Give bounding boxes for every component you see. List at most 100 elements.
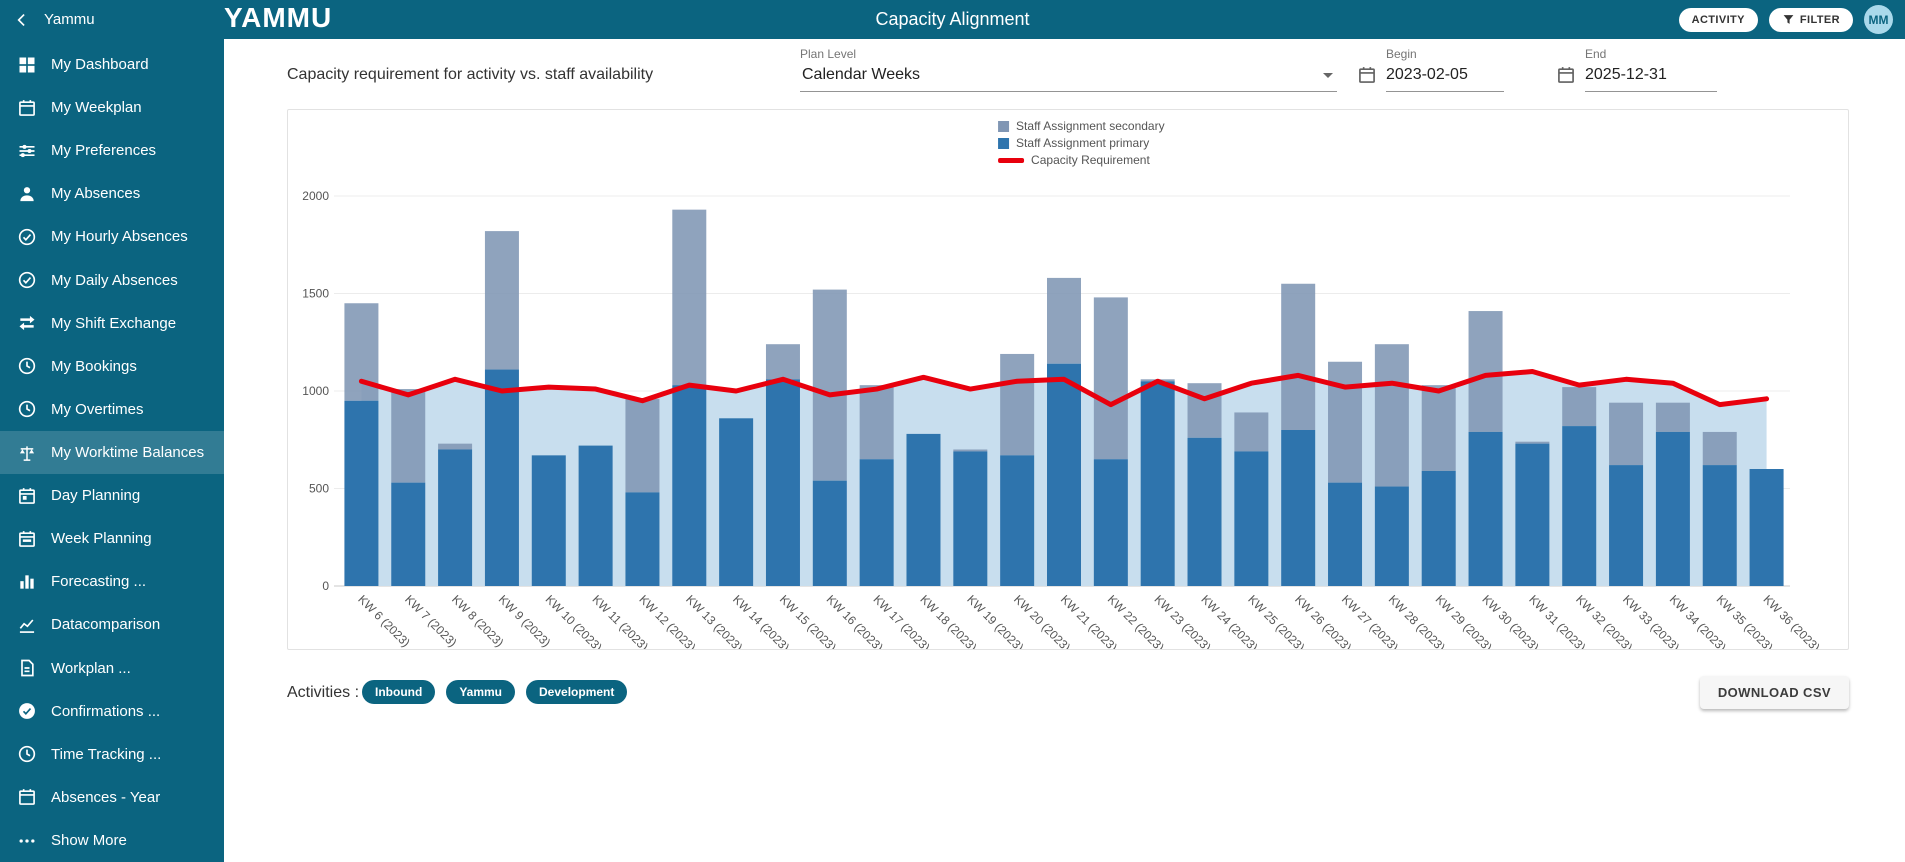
- sidebar-item-my-dashboard[interactable]: My Dashboard: [0, 43, 224, 86]
- bar-primary: [906, 434, 940, 586]
- plan-level-select[interactable]: Plan Level Calendar Weeks: [800, 47, 1337, 92]
- bar-secondary: [1375, 344, 1409, 486]
- bar-chart-icon: [17, 572, 37, 592]
- legend-label: Staff Assignment secondary: [1016, 119, 1165, 133]
- sidebar-app-name: Yammu: [44, 11, 95, 28]
- sidebar-item-week-planning[interactable]: Week Planning: [0, 517, 224, 560]
- bar-primary: [766, 379, 800, 586]
- begin-label: Begin: [1386, 47, 1504, 61]
- sidebar-item-my-hourly-absences[interactable]: My Hourly Absences: [0, 215, 224, 258]
- sidebar-item-label: Workplan ...: [51, 660, 131, 677]
- sidebar-item-day-planning[interactable]: Day Planning: [0, 474, 224, 517]
- calendar-icon[interactable]: [1357, 65, 1377, 85]
- bar-primary: [1469, 432, 1503, 586]
- activity-chip-yammu[interactable]: Yammu: [446, 680, 515, 704]
- appbar-actions: ACTIVITY FILTER MM: [1679, 5, 1905, 34]
- legend-item: Staff Assignment primary: [998, 136, 1165, 150]
- sidebar-item-my-preferences[interactable]: My Preferences: [0, 129, 224, 172]
- sidebar-item-forecasting[interactable]: Forecasting ...: [0, 560, 224, 603]
- end-date-input[interactable]: 2025-12-31: [1585, 61, 1717, 92]
- sidebar-item-datacomparison[interactable]: Datacomparison: [0, 603, 224, 646]
- check-circle-icon: [17, 270, 37, 290]
- bar-primary: [1141, 381, 1175, 586]
- bar-secondary: [1281, 284, 1315, 430]
- sidebar-item-label: My Hourly Absences: [51, 228, 188, 245]
- bar-primary: [344, 401, 378, 586]
- sidebar-item-label: Show More: [51, 832, 127, 849]
- chevron-down-icon: [1323, 73, 1333, 78]
- bar-primary: [438, 450, 472, 587]
- bar-primary: [1609, 465, 1643, 586]
- sidebar-item-workplan[interactable]: Workplan ...: [0, 647, 224, 690]
- bar-secondary: [391, 389, 425, 483]
- back-button[interactable]: [12, 9, 34, 31]
- bar-secondary: [766, 344, 800, 379]
- bar-secondary: [860, 385, 894, 459]
- filter-button[interactable]: FILTER: [1769, 8, 1853, 32]
- sidebar-item-absences-year[interactable]: Absences - Year: [0, 776, 224, 819]
- legend-swatch: [998, 121, 1009, 132]
- sidebar-item-my-weekplan[interactable]: My Weekplan: [0, 86, 224, 129]
- calendar-icon: [17, 98, 37, 118]
- bar-secondary: [1047, 278, 1081, 364]
- bar-primary: [1375, 487, 1409, 586]
- legend-label: Capacity Requirement: [1031, 153, 1150, 167]
- sidebar-item-confirmations[interactable]: Confirmations ...: [0, 690, 224, 733]
- bar-primary: [672, 385, 706, 586]
- check-circle-icon: [17, 227, 37, 247]
- bar-secondary: [1188, 383, 1222, 438]
- sidebar-item-my-shift-exchange[interactable]: My Shift Exchange: [0, 302, 224, 345]
- sidebar-item-my-daily-absences[interactable]: My Daily Absences: [0, 259, 224, 302]
- bar-secondary: [1328, 362, 1362, 483]
- legend-item: Capacity Requirement: [998, 153, 1165, 167]
- activity-button[interactable]: ACTIVITY: [1679, 8, 1758, 32]
- svg-text:0: 0: [322, 579, 329, 593]
- bar-secondary: [672, 210, 706, 386]
- activity-chips: Inbound Yammu Development: [362, 680, 627, 704]
- begin-date-field: Begin 2023-02-05: [1357, 47, 1504, 92]
- sidebar-item-my-bookings[interactable]: My Bookings: [0, 345, 224, 388]
- ellipsis-icon: [17, 831, 37, 851]
- sidebar-item-label: My Preferences: [51, 142, 156, 159]
- calendar-icon[interactable]: [1556, 65, 1576, 85]
- sidebar-header: Yammu: [0, 9, 224, 31]
- bar-secondary: [1422, 385, 1456, 471]
- sidebar: My Dashboard My Weekplan My Preferences My …: [0, 39, 224, 862]
- sidebar-item-my-overtimes[interactable]: My Overtimes: [0, 388, 224, 431]
- sidebar-item-label: My Weekplan: [51, 99, 142, 116]
- filter-button-label: FILTER: [1800, 14, 1840, 26]
- bar-primary: [1656, 432, 1690, 586]
- sidebar-item-time-tracking[interactable]: Time Tracking ...: [0, 733, 224, 776]
- chart-description: Capacity requirement for activity vs. st…: [287, 66, 653, 84]
- app-logo: YAMMU: [224, 4, 332, 32]
- sidebar-item-my-absences[interactable]: My Absences: [0, 172, 224, 215]
- bar-primary: [1562, 426, 1596, 586]
- sidebar-item-label: My Daily Absences: [51, 272, 178, 289]
- avatar[interactable]: MM: [1864, 5, 1893, 34]
- activity-chip-development[interactable]: Development: [526, 680, 627, 704]
- sidebar-item-my-worktime-balances[interactable]: My Worktime Balances: [0, 431, 224, 474]
- legend-item: Staff Assignment secondary: [998, 119, 1165, 133]
- clock-icon: [17, 356, 37, 376]
- bar-primary: [1188, 438, 1222, 586]
- bar-secondary: [1094, 297, 1128, 459]
- sidebar-item-label: My Overtimes: [51, 401, 144, 418]
- bar-secondary: [953, 450, 987, 452]
- bar-secondary: [1562, 387, 1596, 426]
- swap-arrows-icon: [17, 313, 37, 333]
- calendar-week-icon: [17, 529, 37, 549]
- end-date-field: End 2025-12-31: [1556, 47, 1717, 92]
- bar-secondary: [438, 444, 472, 450]
- activity-chip-inbound[interactable]: Inbound: [362, 680, 435, 704]
- download-csv-button[interactable]: DOWNLOAD CSV: [1700, 676, 1849, 709]
- bar-primary: [1234, 451, 1268, 586]
- sidebar-item-show-more[interactable]: Show More: [0, 819, 224, 862]
- bar-secondary: [813, 290, 847, 481]
- sidebar-item-label: Day Planning: [51, 487, 140, 504]
- badge-check-icon: [17, 701, 37, 721]
- begin-date-input[interactable]: 2023-02-05: [1386, 61, 1504, 92]
- bar-primary: [579, 446, 613, 586]
- svg-text:1500: 1500: [302, 287, 329, 301]
- plan-level-label: Plan Level: [800, 47, 1337, 61]
- sidebar-item-label: Week Planning: [51, 530, 152, 547]
